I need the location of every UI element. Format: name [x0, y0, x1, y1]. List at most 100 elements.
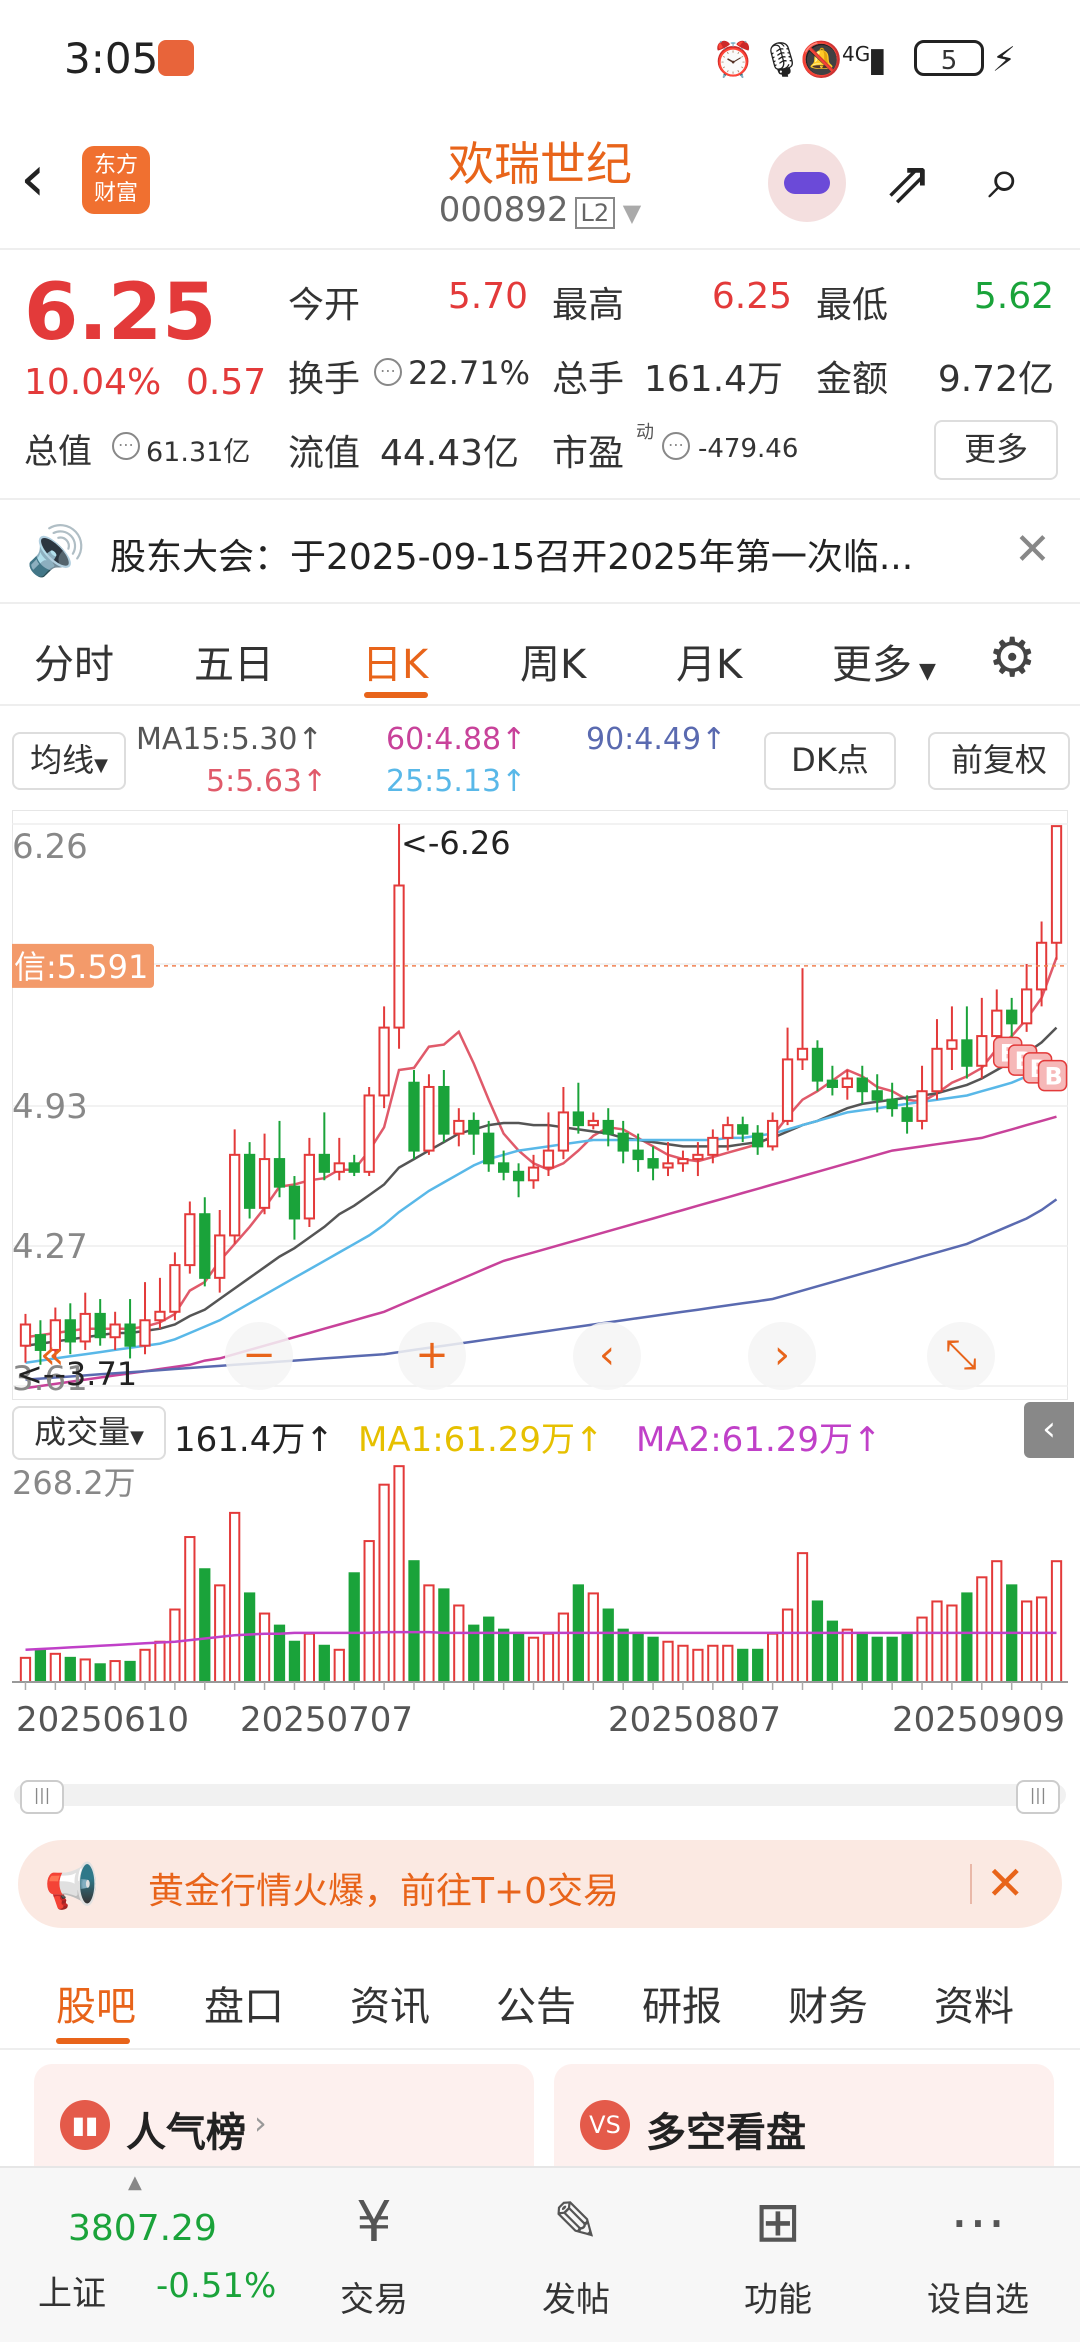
tab-profile[interactable]: 资料	[934, 1974, 1014, 2032]
candle-down	[64, 1319, 76, 1343]
close-icon[interactable]: ✕	[1014, 524, 1051, 575]
tab-monthly-k[interactable]: 月K	[676, 632, 742, 690]
candle-down	[632, 1149, 644, 1161]
volume-bar-up	[139, 1648, 151, 1683]
candle-up	[393, 884, 405, 1029]
pan-right-button[interactable]: ›	[748, 1322, 816, 1390]
ma60-line	[25, 1115, 1057, 1390]
scroll-start-button[interactable]: «	[40, 1332, 64, 1378]
gear-icon[interactable]: ⚙	[988, 626, 1036, 689]
volume-bar-up	[796, 1552, 809, 1683]
edit-icon: ✎	[552, 2190, 600, 2255]
microphone-icon: 🎙	[760, 40, 804, 80]
index-value[interactable]: 3807.29	[68, 2208, 217, 2249]
candle-up	[139, 1319, 151, 1347]
tab-intraday[interactable]: 分时	[34, 632, 114, 690]
candle-down	[647, 1158, 659, 1169]
candle-up	[184, 1213, 196, 1267]
nav-trade[interactable]: ¥ 交易	[294, 2190, 454, 2321]
candle-down	[1006, 1009, 1018, 1025]
nav-functions[interactable]: ⊞ 功能	[698, 2190, 858, 2321]
candle-down	[498, 1162, 510, 1173]
tab-news[interactable]: 资讯	[350, 1974, 430, 2032]
volume-bar-up	[393, 1465, 405, 1684]
info-icon[interactable]: ⋯	[374, 358, 402, 386]
chart-range-scrollbar[interactable]	[14, 1784, 1066, 1806]
float-label: 流值	[288, 433, 361, 474]
volume-indicator-selector[interactable]: 成交量▼	[12, 1406, 166, 1460]
candles	[19, 824, 1063, 1365]
range-handle-left[interactable]: |||	[20, 1780, 64, 1814]
tab-forum[interactable]: 股吧	[56, 1974, 136, 2032]
volume-chart[interactable]: 268.2万	[12, 1460, 1068, 1692]
notice-banner[interactable]: 🔊 股东大会：于2025-09-15召开2025年第一次临... ✕	[0, 500, 1080, 604]
volume-bar-up	[587, 1592, 599, 1683]
more-dots-icon: ⋯	[950, 2190, 1006, 2255]
ai-assistant-avatar[interactable]	[768, 144, 846, 222]
nav-trade-label: 交易	[340, 2280, 408, 2320]
tab-weekly-k[interactable]: 周K	[520, 632, 586, 690]
tab-five-day[interactable]: 五日	[194, 632, 274, 690]
period-tabs: 分时 五日 日K 周K 月K 更多 ▼ ⚙	[0, 604, 1080, 706]
close-icon[interactable]: ✕	[986, 1856, 1025, 1910]
y-tick-label: 6.26	[12, 827, 88, 867]
promo-banner[interactable]: 📢 黄金行情火爆，前往T+0交易 ✕	[18, 1840, 1062, 1928]
more-button[interactable]: 更多	[934, 420, 1058, 480]
zoom-out-button[interactable]: −	[225, 1322, 293, 1390]
tab-order-book[interactable]: 盘口	[204, 1974, 284, 2032]
volume-bar-up	[976, 1576, 988, 1683]
candle-up	[841, 1077, 853, 1088]
active-tab-indicator	[364, 692, 428, 698]
tab-financials[interactable]: 财务	[788, 1974, 868, 2032]
candle-down	[348, 1162, 360, 1173]
candle-up	[154, 1310, 166, 1322]
volume-bar-up	[378, 1483, 390, 1683]
ma-lines	[25, 957, 1058, 1390]
stock-code: 000892	[438, 190, 569, 230]
candle-up	[781, 1058, 794, 1122]
mktcap-value: 61.31亿	[146, 437, 251, 468]
double-chevron-left-icon: «	[40, 1332, 64, 1378]
volume-label: 总手	[552, 359, 625, 400]
change-percent: 10.04%	[24, 362, 162, 403]
nav-post[interactable]: ✎ 发帖	[496, 2190, 656, 2321]
candle-down	[871, 1090, 883, 1101]
volume-bars	[19, 1465, 1063, 1684]
volume-bar-down	[124, 1660, 136, 1683]
pan-left-button[interactable]: ‹	[573, 1322, 641, 1390]
adjust-mode-button[interactable]: 前复权	[928, 732, 1070, 790]
volume-ma1: MA1:61.29万↑	[358, 1420, 604, 1460]
indicator-selector[interactable]: 均线▼	[12, 732, 126, 790]
index-name[interactable]: 上证	[38, 2266, 106, 2315]
tab-daily-k[interactable]: 日K	[362, 632, 428, 690]
volume-bar-up	[49, 1652, 61, 1684]
index-change[interactable]: -0.51%	[156, 2266, 276, 2306]
share-icon[interactable]: ⇗	[884, 148, 933, 216]
dk-point-button[interactable]: DK点	[764, 732, 896, 790]
candle-up	[423, 1085, 435, 1152]
info-icon[interactable]: ⋯	[112, 432, 140, 460]
range-handle-right[interactable]: |||	[1016, 1780, 1060, 1814]
volume-bar-down	[961, 1592, 973, 1683]
candle-up	[378, 1026, 390, 1097]
volume-bar-down	[498, 1628, 510, 1683]
pe-label: 市盈	[552, 433, 625, 474]
volume-bar-up	[707, 1644, 719, 1684]
date-label: 20250610	[16, 1700, 190, 1740]
tab-research[interactable]: 研报	[642, 1974, 722, 2032]
kline-chart[interactable]: 6.265.604.934.273.61 信:5.591<-6.26<--3.7…	[12, 810, 1068, 1400]
tab-announcements[interactable]: 公告	[496, 1974, 576, 2032]
volume-bar-up	[363, 1540, 375, 1683]
volume-selector-label: 成交量	[34, 1413, 131, 1451]
volume-bar-up	[527, 1636, 540, 1683]
collapse-panel-button[interactable]: ‹	[1024, 1402, 1074, 1458]
low-value: 5.62	[973, 276, 1054, 317]
candle-down	[811, 1047, 824, 1082]
volume-current: 161.4万↑	[174, 1420, 334, 1460]
tab-more[interactable]: 更多 ▼	[832, 632, 936, 690]
nav-watchlist[interactable]: ⋯ 设自选	[898, 2190, 1058, 2321]
info-icon[interactable]: ⋯	[662, 432, 690, 460]
zoom-in-button[interactable]: +	[398, 1322, 466, 1390]
fullscreen-button[interactable]: ⤡	[927, 1322, 995, 1390]
search-icon[interactable]: ⌕	[988, 144, 1020, 213]
